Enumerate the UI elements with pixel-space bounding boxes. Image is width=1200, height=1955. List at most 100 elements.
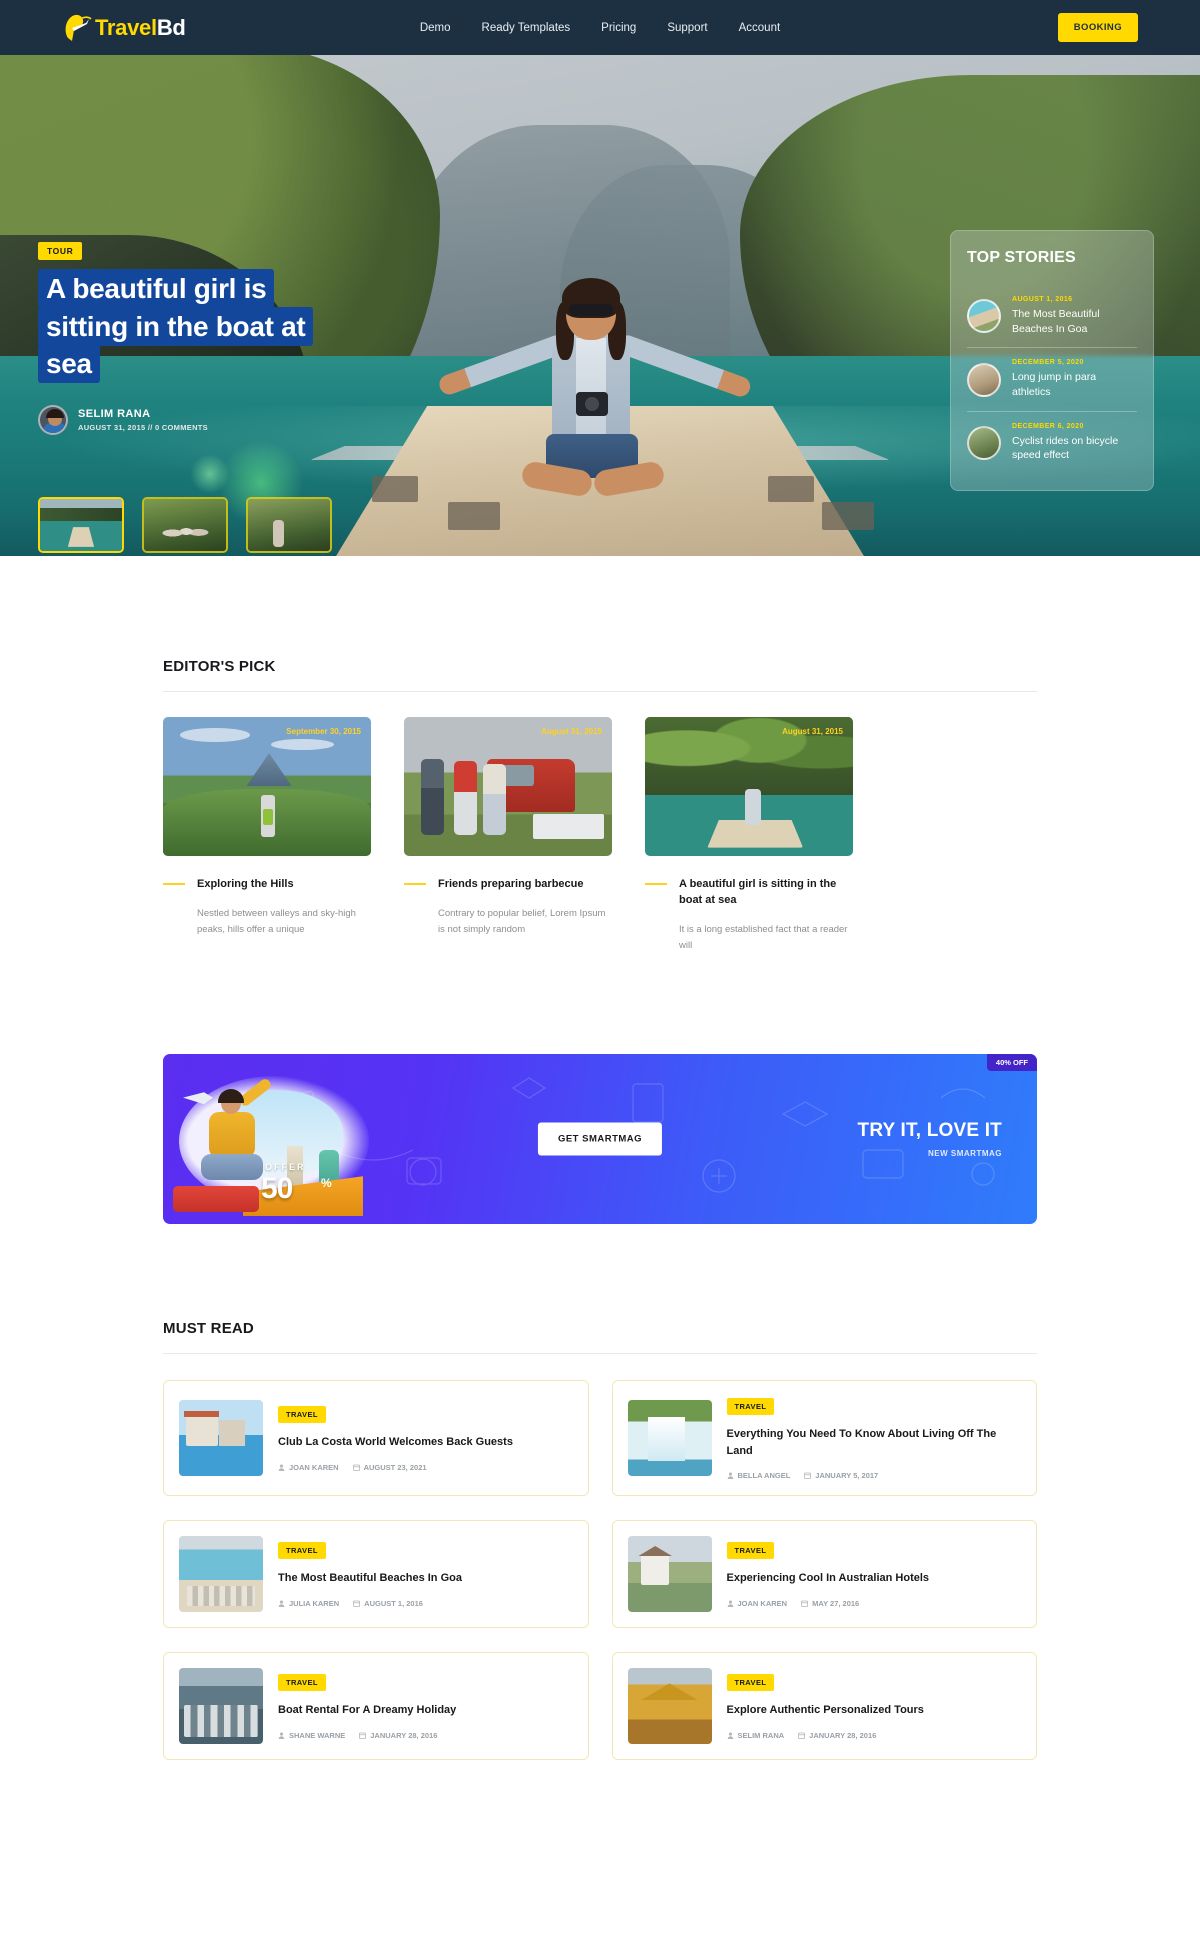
booking-button[interactable]: BOOKING — [1057, 13, 1138, 42]
must-read-card-6[interactable]: TRAVEL Explore Authentic Personalized To… — [611, 1652, 1037, 1761]
carousel-thumb-1[interactable]: A beautiful girl is sitting in the boat … — [38, 496, 124, 556]
must-read-section: MUST READ TRAVEL Club La Costa World Wel… — [0, 1224, 1200, 1820]
hero-title-line2: sitting in the boat at — [38, 306, 314, 346]
hero-byline: SELIM RANA AUGUST 31, 2015 // 0 COMMENTS — [38, 404, 378, 435]
top-stories-panel: TOP STORIES AUGUST 1, 2016 The Most Beau… — [950, 230, 1154, 492]
editors-pick-card-2[interactable]: August 31, 2015 Friends preparing barbec… — [404, 717, 612, 953]
editors-pick-card-1[interactable]: September 30, 2015 Exploring the Hills N… — [163, 717, 371, 953]
get-smartmag-button[interactable]: GET SMARTMAG — [537, 1122, 663, 1156]
logo-text: TravelBd — [95, 15, 186, 41]
editors-pick-grid: September 30, 2015 Exploring the Hills N… — [163, 717, 1037, 953]
must-read-date-3: AUGUST 1, 2016 — [364, 1598, 423, 1608]
must-read-meta-5: SHANE WARNE JANUARY 28, 2016 — [278, 1731, 573, 1740]
section-divider — [163, 691, 1037, 692]
editors-pick-desc-2: Contrary to popular belief, Lorem Ipsum … — [438, 907, 606, 935]
nav-item-demo[interactable]: Demo — [420, 22, 451, 34]
section-divider — [163, 1353, 1037, 1355]
must-read-card-4[interactable]: TRAVEL Experiencing Cool In Australian H… — [611, 1520, 1037, 1629]
banner-text-block: TRY IT, LOVE IT NEW SMARTMAG — [858, 1120, 1002, 1158]
must-read-date-2: JANUARY 5, 2017 — [815, 1471, 879, 1481]
category-chip-2[interactable]: TRAVEL — [726, 1398, 775, 1416]
nav-item-support[interactable]: Support — [667, 22, 707, 34]
logo[interactable]: TravelBd — [62, 12, 186, 44]
editors-pick-title-1: Exploring the Hills — [197, 878, 294, 890]
nav-item-pricing[interactable]: Pricing — [601, 22, 636, 34]
category-chip-4[interactable]: TRAVEL — [726, 1542, 775, 1560]
top-story-title-3: Cyclist rides on bicycle speed effect — [1012, 434, 1119, 462]
must-read-meta-2: BELLA ANGEL JANUARY 5, 2017 — [727, 1471, 1022, 1480]
banner-subline: NEW SMARTMAG — [928, 1149, 1002, 1159]
category-chip-1[interactable]: TRAVEL — [278, 1406, 326, 1424]
must-read-card-3[interactable]: TRAVEL The Most Beautiful Beaches In Goa… — [163, 1520, 589, 1629]
offer-number: 50 — [261, 1172, 293, 1206]
logo-text-part2: Bd — [156, 14, 186, 40]
editors-pick-card-3[interactable]: August 31, 2015 A beautiful girl is sitt… — [645, 717, 853, 953]
carousel-thumb-image-2 — [142, 496, 228, 553]
must-read-card-2[interactable]: TRAVEL Everything You Need To Know About… — [611, 1380, 1037, 1497]
top-story-thumb-3 — [967, 425, 1001, 460]
top-story-item-2[interactable]: DECEMBER 5, 2020 Long jump in para athle… — [967, 347, 1137, 410]
editors-pick-heading: EDITOR'S PICK — [163, 658, 276, 675]
carousel-thumb-image-1 — [38, 496, 124, 553]
promo-banner-section: 40% OFF OFFER 50 % GET SMARTMAG TRY IT, … — [0, 953, 1200, 1225]
top-story-date-1: AUGUST 1, 2016 — [1012, 296, 1073, 303]
offer-label: OFFER — [265, 1162, 306, 1173]
calendar-icon — [801, 1600, 809, 1607]
editors-pick-image-1: September 30, 2015 — [163, 717, 371, 856]
editors-pick-section: EDITOR'S PICK September 30, 2015 Explori… — [0, 556, 1200, 953]
top-story-item-1[interactable]: AUGUST 1, 2016 The Most Beautiful Beache… — [967, 285, 1137, 347]
avatar — [38, 404, 68, 435]
banner-headline: TRY IT, LOVE IT — [857, 1120, 1002, 1142]
editors-pick-title-2: Friends preparing barbecue — [438, 878, 584, 890]
accent-dash-icon — [163, 883, 185, 885]
hero-title-line1: A beautiful girl is — [38, 269, 275, 308]
must-read-date-4: MAY 27, 2016 — [812, 1598, 860, 1608]
must-read-card-1[interactable]: TRAVEL Club La Costa World Welcomes Back… — [163, 1380, 589, 1497]
offer-badge: OFFER 50 % — [259, 1162, 363, 1208]
top-story-item-3[interactable]: DECEMBER 6, 2020 Cyclist rides on bicycl… — [967, 410, 1137, 474]
nav-item-ready-templates[interactable]: Ready Templates — [482, 22, 571, 34]
user-icon — [727, 1600, 733, 1607]
must-read-image-1 — [179, 1400, 263, 1477]
editors-pick-date-2: August 31, 2015 — [541, 727, 602, 736]
promo-banner[interactable]: 40% OFF OFFER 50 % GET SMARTMAG TRY IT, … — [163, 1054, 1037, 1225]
category-chip-3[interactable]: TRAVEL — [278, 1542, 326, 1560]
category-chip-6[interactable]: TRAVEL — [726, 1674, 775, 1692]
top-story-title-1: The Most Beautiful Beaches In Goa — [1012, 308, 1100, 335]
must-read-meta-1: JOAN KAREN AUGUST 23, 2021 — [278, 1463, 573, 1472]
must-read-author-5: SHANE WARNE — [289, 1730, 346, 1740]
carousel-thumb-image-3 — [246, 496, 332, 553]
nav-item-account[interactable]: Account — [739, 22, 781, 34]
logo-text-part1: Travel — [95, 14, 157, 40]
must-read-title-1: Club La Costa World Welcomes Back Guests — [278, 1436, 513, 1449]
user-icon — [278, 1732, 285, 1739]
must-read-title-3: The Most Beautiful Beaches In Goa — [278, 1572, 462, 1585]
must-read-date-1: AUGUST 23, 2021 — [363, 1462, 427, 1472]
top-stories-title: TOP STORIES — [967, 249, 1076, 266]
hero-person — [436, 278, 756, 520]
user-icon — [727, 1732, 733, 1739]
must-read-meta-3: JULIA KAREN AUGUST 1, 2016 — [278, 1599, 573, 1608]
must-read-card-5[interactable]: TRAVEL Boat Rental For A Dreamy Holiday … — [163, 1652, 589, 1761]
top-story-date-3: DECEMBER 6, 2020 — [1012, 422, 1084, 430]
hero-category-tag[interactable]: TOUR — [38, 242, 83, 260]
editors-pick-desc-3: It is a long established fact that a rea… — [679, 923, 848, 951]
hero-title-line3: sea — [38, 344, 100, 384]
editors-pick-image-3: August 31, 2015 — [645, 717, 853, 856]
calendar-icon — [359, 1732, 367, 1739]
user-icon — [727, 1472, 733, 1480]
hero-content: TOUR A beautiful girl is sitting in the … — [38, 241, 378, 435]
category-chip-5[interactable]: TRAVEL — [278, 1674, 326, 1692]
carousel-thumb-3[interactable]: Women walking together full shot — [246, 496, 332, 556]
must-read-author-1: JOAN KAREN — [289, 1462, 339, 1472]
carousel-thumb-2[interactable]: Pik wizard in forest map — [142, 496, 228, 556]
must-read-heading: MUST READ — [163, 1320, 254, 1338]
must-read-title-4: Experiencing Cool In Australian Hotels — [726, 1572, 930, 1585]
must-read-author-6: SELIM RANA — [737, 1730, 785, 1740]
must-read-title-2: Everything You Need To Know About Living… — [726, 1428, 997, 1457]
calendar-icon — [353, 1600, 361, 1607]
airplane-logo-icon — [62, 12, 92, 44]
editors-pick-image-2: August 31, 2015 — [404, 717, 612, 856]
calendar-icon — [798, 1732, 806, 1739]
hero-author-name[interactable]: SELIM RANA — [78, 408, 208, 420]
